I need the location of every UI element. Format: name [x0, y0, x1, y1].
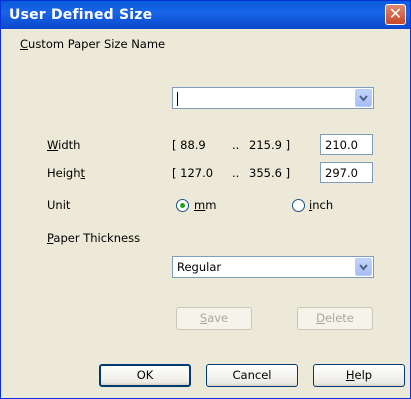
unit-inch-radio[interactable]	[292, 199, 305, 212]
height-label: Height	[47, 166, 86, 180]
user-defined-size-dialog: User Defined Size ✕ Custom Paper Size Na…	[0, 0, 411, 399]
height-range-dots: ..	[232, 166, 240, 180]
height-range-max: 355.6 ]	[249, 166, 291, 180]
title-bar[interactable]: User Defined Size ✕	[1, 1, 410, 29]
cancel-button[interactable]: Cancel	[206, 364, 298, 387]
height-range-min: [ 127.0	[172, 166, 214, 180]
unit-inch-label[interactable]: inch	[309, 198, 333, 212]
unit-label: Unit	[47, 198, 71, 212]
save-button[interactable]: Save	[176, 307, 252, 330]
close-icon: ✕	[388, 4, 403, 23]
unit-mm-radio[interactable]	[176, 199, 189, 212]
height-input[interactable]: 297.0	[320, 162, 373, 183]
dropdown-arrow-button[interactable]	[355, 89, 372, 107]
unit-mm-label[interactable]: mm	[194, 198, 216, 212]
chevron-down-icon	[359, 264, 368, 271]
custom-paper-size-label: Custom Paper Size Name	[20, 37, 166, 51]
custom-paper-size-combo[interactable]	[172, 87, 374, 109]
paper-thickness-select[interactable]: Regular	[172, 256, 374, 278]
radio-selected-dot	[180, 203, 185, 208]
paper-thickness-label: Paper Thickness	[47, 231, 141, 245]
chevron-down-icon	[359, 95, 368, 102]
text-cursor	[177, 92, 178, 106]
width-range-max: 215.9 ]	[249, 138, 291, 152]
help-button[interactable]: Help	[313, 364, 405, 387]
width-range-dots: ..	[232, 138, 240, 152]
dialog-title: User Defined Size	[9, 7, 153, 23]
close-button[interactable]: ✕	[385, 4, 406, 25]
width-label: Width	[47, 138, 81, 152]
ok-button[interactable]: OK	[99, 364, 191, 387]
dropdown-arrow-button[interactable]	[355, 258, 372, 276]
width-range-min: [ 88.9	[172, 138, 206, 152]
delete-button[interactable]: Delete	[297, 307, 373, 330]
width-input[interactable]: 210.0	[320, 134, 373, 155]
